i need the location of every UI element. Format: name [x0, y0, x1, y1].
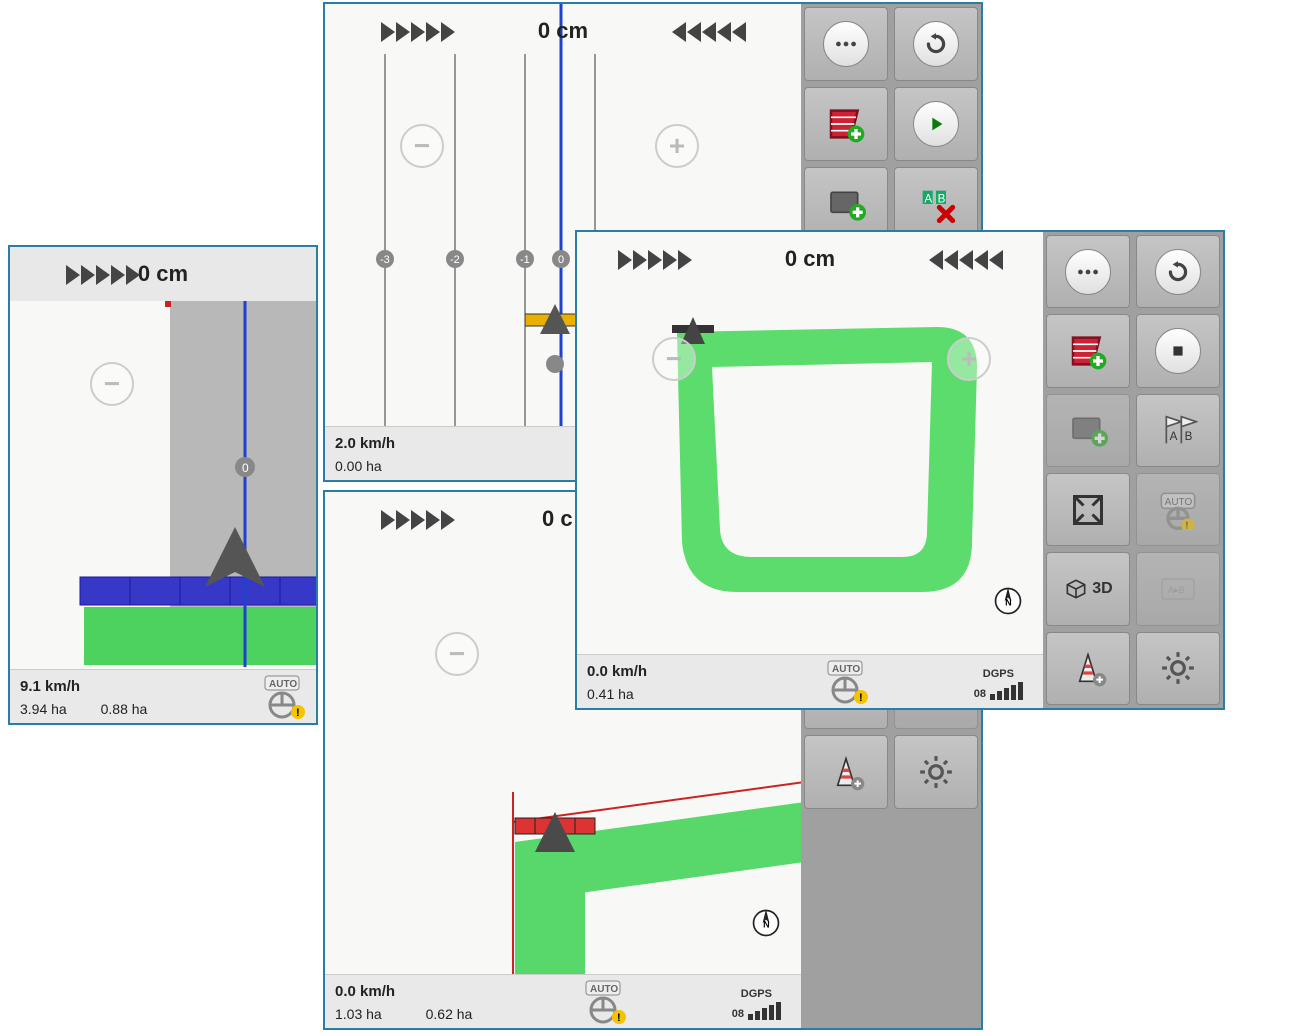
deviation-arrows-right: [671, 16, 746, 49]
window-section-control: 0 − 0 cm 9.1 km/h 3.94 ha 0.88 ha: [8, 245, 318, 725]
obstacle-button[interactable]: [804, 735, 888, 809]
sidebar-4: 3D A▸B: [1043, 232, 1223, 708]
info-bar-4: 0.0 km/h 0.41 ha DGPS 08: [577, 654, 1043, 708]
area-remaining: 0.88 ha: [101, 701, 148, 717]
deviation-value: 0 cm: [138, 261, 188, 287]
area-total: 1.03 ha: [335, 1006, 382, 1022]
settings-button[interactable]: [1136, 632, 1220, 705]
svg-text:0: 0: [242, 461, 249, 475]
deviation-readout-2: 0 cm: [10, 247, 316, 301]
svg-text:-3: -3: [380, 254, 390, 266]
deviation-value: 0 cm: [785, 246, 835, 272]
ab-line-button-disabled: A▸B: [1136, 552, 1220, 625]
area-readout: 0.00 ha: [335, 458, 382, 474]
play-button[interactable]: [894, 87, 978, 161]
fullscreen-button[interactable]: [1046, 473, 1130, 546]
back-button[interactable]: [1136, 235, 1220, 308]
deviation-arrows-left: [380, 504, 455, 537]
add-field-button[interactable]: [1046, 314, 1130, 387]
compass-icon: [749, 906, 783, 940]
dgps-status: DGPS 08: [974, 668, 1023, 700]
zoom-out-button[interactable]: −: [400, 124, 444, 168]
window-headland: − + 0 cm 0.0 km/h 0.41 ha DGPS 08: [575, 230, 1225, 710]
area-total: 3.94 ha: [20, 701, 67, 717]
info-bar-2: 9.1 km/h 3.94 ha 0.88 ha: [10, 669, 316, 723]
zoom-out-button[interactable]: −: [435, 632, 479, 676]
svg-text:A▸B: A▸B: [1168, 585, 1185, 595]
more-button[interactable]: [1046, 235, 1130, 308]
area-readout: 0.41 ha: [587, 686, 634, 702]
info-bar-1: 2.0 km/h 0.00 ha: [325, 426, 585, 480]
map-view-2[interactable]: 0 − 0 cm 9.1 km/h 3.94 ha 0.88 ha: [10, 247, 316, 723]
deviation-arrows-left: [65, 259, 140, 292]
info-bar-3: 0.0 km/h 1.03 ha 0.62 ha DGPS 08: [325, 974, 801, 1028]
autosteer-button-disabled: [1136, 473, 1220, 546]
svg-text:-2: -2: [450, 254, 460, 266]
dgps-status: DGPS 08: [732, 988, 781, 1020]
deviation-value: 0 c: [542, 506, 573, 532]
back-button[interactable]: [894, 7, 978, 81]
view-3d-button[interactable]: 3D: [1046, 552, 1130, 625]
zoom-in-button[interactable]: +: [655, 124, 699, 168]
deviation-arrows-left: [617, 244, 692, 277]
settings-button[interactable]: [894, 735, 978, 809]
deviation-readout-1: 0 cm: [325, 4, 801, 58]
more-button[interactable]: [804, 7, 888, 81]
svg-text:0: 0: [558, 254, 564, 266]
area-remaining: 0.62 ha: [426, 1006, 473, 1022]
speed-readout: 0.0 km/h: [335, 983, 791, 1000]
speed-readout: 0.0 km/h: [587, 663, 1033, 680]
zoom-out-button[interactable]: −: [652, 337, 696, 381]
deviation-arrows-left: [380, 16, 455, 49]
add-screen-button-disabled: [1046, 394, 1130, 467]
autosteer-status-icon: [260, 675, 310, 719]
autosteer-status-icon: [581, 980, 631, 1024]
ab-flag-button[interactable]: [1136, 394, 1220, 467]
map-view-4[interactable]: − + 0 cm 0.0 km/h 0.41 ha DGPS 08: [577, 232, 1043, 708]
stop-button[interactable]: [1136, 314, 1220, 387]
obstacle-button[interactable]: [1046, 632, 1130, 705]
zoom-in-button[interactable]: +: [947, 337, 991, 381]
add-field-button[interactable]: [804, 87, 888, 161]
autosteer-status-icon: [823, 660, 873, 704]
svg-text:-1: -1: [520, 254, 530, 266]
deviation-arrows-right: [928, 244, 1003, 277]
deviation-value: 0 cm: [538, 18, 588, 44]
compass-icon: [991, 584, 1025, 618]
zoom-out-button[interactable]: −: [90, 362, 134, 406]
deviation-readout-4: 0 cm: [577, 232, 1043, 286]
speed-readout: 2.0 km/h: [335, 435, 575, 452]
